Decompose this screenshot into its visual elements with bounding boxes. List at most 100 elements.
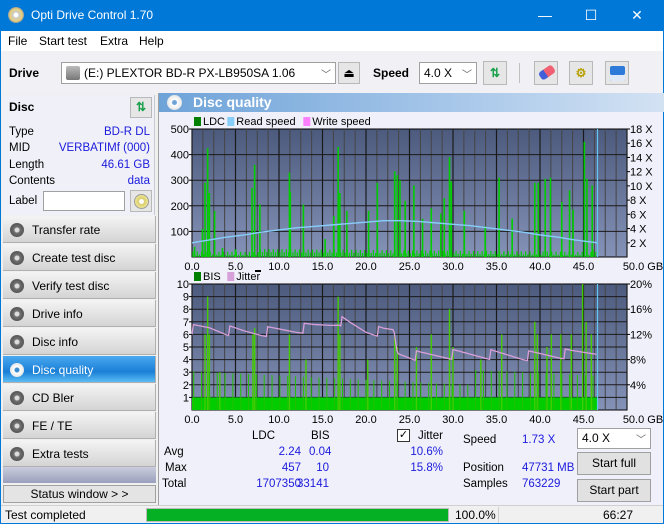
gears-icon: ⚙ bbox=[575, 66, 587, 80]
nav-label: FE / TE bbox=[32, 419, 73, 433]
nav-fe-te[interactable]: FE / TE bbox=[3, 412, 156, 439]
nav-disc-quality[interactable]: Disc quality bbox=[3, 356, 156, 383]
test-speed-select[interactable]: 4.0 X ﹀ bbox=[577, 428, 651, 449]
chart0-y-tick: 400 bbox=[171, 150, 189, 162]
status-window-button[interactable]: Status window > > bbox=[3, 485, 156, 503]
disc-mid-key: MID bbox=[9, 142, 31, 154]
maximize-button[interactable]: ☐ bbox=[568, 0, 614, 31]
nav-transfer-rate[interactable]: Transfer rate bbox=[3, 216, 156, 243]
chart1-x-tick: 40.0 bbox=[529, 414, 550, 424]
nav-label: Disc info bbox=[32, 335, 79, 349]
chart1-y-tick: 3 bbox=[183, 367, 189, 379]
chart1-y2-tick: 4% bbox=[630, 380, 646, 392]
chart0-y2-tick: 2 X bbox=[630, 238, 647, 250]
refresh-arrows-icon: ⇅ bbox=[135, 100, 147, 114]
toolbar-divider bbox=[519, 63, 520, 83]
nav-label: CD Bler bbox=[32, 391, 75, 405]
disc-icon bbox=[10, 419, 24, 433]
chart0-y2-tick: 8 X bbox=[630, 195, 647, 207]
disc-label-button[interactable] bbox=[130, 190, 152, 212]
disc-icon bbox=[10, 335, 24, 349]
cd-icon bbox=[134, 194, 149, 209]
app-disc-icon bbox=[8, 7, 24, 23]
drive-select[interactable]: (E:) PLEXTOR BD-R PX-LB950SA 1.06 ﹀ bbox=[61, 62, 336, 84]
nav-verify-test-disc[interactable]: Verify test disc bbox=[3, 272, 156, 299]
disc-length-key: Length bbox=[9, 159, 45, 171]
start-part-button[interactable]: Start part bbox=[577, 479, 651, 502]
window-title: Opti Drive Control 1.70 bbox=[31, 8, 154, 22]
title-bar: Opti Drive Control 1.70 — ☐ ✕ bbox=[1, 0, 663, 31]
chart0-y2-tick: 18 X bbox=[630, 124, 653, 136]
nav-disc-info[interactable]: Disc info bbox=[3, 328, 156, 355]
nav-label: Disc quality bbox=[32, 363, 94, 377]
drive-value: (E:) PLEXTOR BD-R PX-LB950SA 1.06 bbox=[84, 66, 296, 80]
save-button[interactable] bbox=[605, 61, 629, 85]
speed-select[interactable]: 4.0 X ﹀ bbox=[419, 62, 477, 84]
minimize-button[interactable]: — bbox=[522, 0, 568, 31]
chart1-x-tick: 50.0 GB bbox=[623, 414, 663, 424]
drive-label: Drive bbox=[9, 66, 40, 80]
chart0-legend-label: Write speed bbox=[312, 116, 371, 128]
nav-extra-tests[interactable]: Extra tests bbox=[3, 440, 156, 467]
speed-readout-value: 1.73 X bbox=[522, 434, 556, 446]
settings-button[interactable]: ⚙ bbox=[569, 61, 593, 85]
chart1-legend-swatch bbox=[194, 272, 201, 281]
eraser-icon bbox=[537, 64, 557, 81]
start-full-button[interactable]: Start full bbox=[577, 452, 651, 475]
stats-max-label: Max bbox=[165, 462, 187, 474]
menu-start-test[interactable]: Start test bbox=[39, 34, 87, 48]
nav-label: Create test disc bbox=[32, 251, 116, 265]
chart1-x-tick: 20.0 bbox=[355, 414, 376, 424]
disc-icon bbox=[10, 251, 24, 265]
disc-mid-value: VERBATIMf (000) bbox=[58, 142, 150, 154]
jitter-checkbox[interactable]: ✓ bbox=[397, 429, 410, 442]
chart0-x-tick: 10.0 bbox=[268, 261, 289, 273]
nav-cd-bler[interactable]: CD Bler bbox=[3, 384, 156, 411]
disc-icon bbox=[10, 363, 24, 377]
nav-label: Verify test disc bbox=[32, 279, 110, 293]
chart0-y2-tick: 6 X bbox=[630, 209, 647, 221]
menu-help[interactable]: Help bbox=[139, 34, 164, 48]
menu-file[interactable]: File bbox=[8, 34, 27, 48]
stats-col-bis: BIS bbox=[311, 430, 330, 442]
chart-marker bbox=[255, 270, 261, 272]
stats-avg-jitter: 10.6% bbox=[410, 446, 443, 458]
stats-total-label: Total bbox=[162, 478, 187, 490]
chart1-x-tick: 0.0 bbox=[184, 414, 199, 424]
disc-contents-key: Contents bbox=[9, 175, 56, 187]
status-text: Test completed bbox=[5, 508, 86, 522]
nav-label: Extra tests bbox=[32, 447, 89, 461]
chart1-legend-label: Jitter bbox=[236, 271, 260, 283]
chart0-y-tick: 300 bbox=[171, 175, 189, 187]
chart1-y-tick: 2 bbox=[183, 380, 189, 392]
erase-button[interactable] bbox=[534, 61, 558, 85]
eject-button[interactable]: ⏏ bbox=[338, 62, 360, 84]
disc-refresh-button[interactable]: ⇅ bbox=[130, 97, 152, 118]
toolbar: Drive (E:) PLEXTOR BD-R PX-LB950SA 1.06 … bbox=[1, 51, 663, 93]
refresh-button[interactable]: ⇅ bbox=[483, 61, 507, 85]
eject-icon: ⏏ bbox=[343, 66, 355, 80]
test-speed-value: 4.0 X bbox=[582, 431, 611, 445]
nav-drive-info[interactable]: Drive info bbox=[3, 300, 156, 327]
close-button[interactable]: ✕ bbox=[614, 0, 660, 31]
panel-title: Disc quality bbox=[193, 94, 272, 110]
chart0-x-tick: 25.0 bbox=[399, 261, 420, 273]
stats-avg-label: Avg bbox=[164, 446, 184, 458]
nav-label: Transfer rate bbox=[32, 223, 101, 237]
stats-total-bis: 33141 bbox=[297, 478, 329, 490]
chart1-y2-tick: 20% bbox=[630, 279, 652, 291]
charts-area: LDC Read speed Write speed0.0 5.0 10.0 15.0 20… bbox=[171, 116, 664, 424]
chevron-down-icon: ﹀ bbox=[321, 70, 331, 81]
chart1-x-tick: 15.0 bbox=[312, 414, 333, 424]
chart1-y-tick: 7 bbox=[183, 317, 189, 329]
menu-extra[interactable]: Extra bbox=[100, 34, 128, 48]
nav-create-test-disc[interactable]: Create test disc bbox=[3, 244, 156, 271]
chart0-x-tick: 50.0 GB bbox=[623, 261, 663, 273]
elapsed-time: 66:27 bbox=[603, 508, 634, 522]
chart0-y-tick: 200 bbox=[171, 201, 189, 213]
disc-type-key: Type bbox=[9, 126, 34, 138]
floppy-save-icon bbox=[610, 66, 625, 81]
chart1-x-tick: 30.0 bbox=[442, 414, 463, 424]
disc-label-input[interactable] bbox=[43, 191, 125, 211]
menu-bar: File Start test Extra Help bbox=[1, 31, 663, 51]
